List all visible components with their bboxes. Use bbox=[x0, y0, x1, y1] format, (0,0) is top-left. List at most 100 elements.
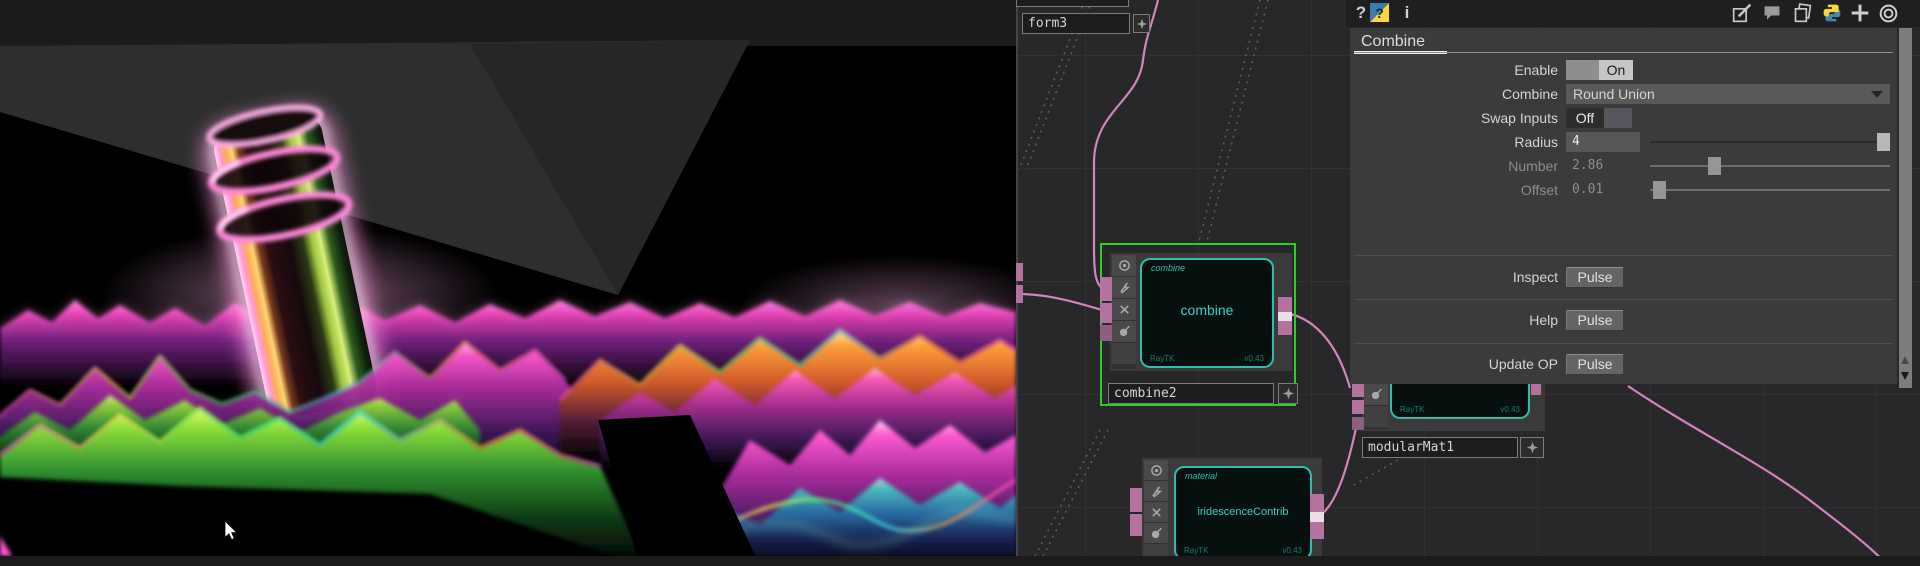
flag-spacer bbox=[1364, 406, 1388, 427]
plus-icon bbox=[1850, 3, 1870, 23]
iridescence-viewer[interactable]: material iridescenceContrib RayTK v0.43 bbox=[1174, 466, 1312, 560]
lock-flag-icon[interactable] bbox=[1112, 277, 1136, 298]
radius-slider-track[interactable] bbox=[1650, 141, 1890, 143]
param-row-swap-inputs: Swap Inputs Off bbox=[1350, 108, 1897, 128]
comment-button[interactable] bbox=[1761, 2, 1783, 24]
parameter-panel: Combine Enable On Combine Round Union Sw… bbox=[1350, 28, 1897, 384]
dashed-wire-b2 bbox=[1206, 0, 1268, 245]
help-button[interactable]: ? bbox=[1350, 2, 1372, 24]
parameter-page-tab[interactable]: Combine bbox=[1361, 33, 1425, 51]
bypass-flag-icon[interactable] bbox=[1144, 460, 1168, 480]
iridescence-input-connector-2[interactable] bbox=[1130, 514, 1142, 536]
sparkle-icon bbox=[1526, 441, 1539, 454]
copy-pages-icon bbox=[1793, 3, 1813, 23]
enable-toggle[interactable]: On bbox=[1566, 60, 1633, 80]
form3-flip-button[interactable] bbox=[1133, 14, 1150, 33]
offset-slider-handle bbox=[1653, 181, 1666, 199]
dashed-wire-b1 bbox=[1198, 0, 1260, 245]
param-row-number: Number 2.86 bbox=[1350, 156, 1897, 176]
combine2-viewer[interactable]: combine combine RayTK v0.43 bbox=[1140, 258, 1274, 368]
modularmat-flip-button[interactable] bbox=[1520, 437, 1544, 458]
param-row-enable: Enable On bbox=[1350, 60, 1897, 80]
python-logo-icon bbox=[1822, 3, 1842, 23]
python-expressions-button[interactable] bbox=[1821, 2, 1843, 24]
swap-inputs-toggle[interactable]: Off bbox=[1566, 108, 1632, 128]
combine2-flags bbox=[1112, 255, 1136, 369]
toggle-knob[interactable] bbox=[1566, 60, 1599, 80]
modularmat-input-connector-3[interactable] bbox=[1352, 417, 1364, 430]
scroll-down-icon[interactable] bbox=[1901, 372, 1909, 380]
toggle-state-label: Off bbox=[1566, 108, 1604, 128]
modularmat-lib-label: RayTK bbox=[1400, 405, 1424, 414]
delete-flag-icon[interactable] bbox=[1144, 502, 1168, 522]
node-modularmat[interactable]: RayTK v0.43 bbox=[1362, 384, 1545, 431]
offset-value: 0.01 bbox=[1572, 180, 1603, 200]
param-label: Offset bbox=[1350, 180, 1558, 200]
combine-mode-dropdown[interactable]: Round Union bbox=[1566, 84, 1890, 104]
dashed-wire-d bbox=[1352, 460, 1398, 486]
python-help-button[interactable]: ? bbox=[1370, 3, 1389, 22]
iridescence-input-connector-1[interactable] bbox=[1130, 488, 1142, 512]
number-value: 2.86 bbox=[1572, 156, 1603, 176]
radius-slider-handle[interactable] bbox=[1877, 133, 1890, 151]
scroll-up-icon[interactable] bbox=[1901, 356, 1909, 364]
modularmat-output-connector[interactable] bbox=[1531, 384, 1541, 395]
combine2-input-connector-2[interactable] bbox=[1100, 303, 1112, 323]
iridescence-lib-label: RayTK bbox=[1184, 546, 1208, 555]
node-namebox-modularmat[interactable]: modularMat1 bbox=[1362, 437, 1518, 458]
modularmat-input-connector-1[interactable] bbox=[1352, 384, 1364, 397]
param-row-help: Help Pulse bbox=[1350, 310, 1897, 330]
python-help-icon: ? bbox=[1375, 5, 1384, 21]
iridescence-version-label: v0.43 bbox=[1282, 546, 1302, 555]
edit-comment-button[interactable] bbox=[1731, 2, 1753, 24]
update-op-pulse-button[interactable]: Pulse bbox=[1566, 354, 1624, 375]
bullseye-icon bbox=[1878, 3, 1899, 24]
help-pulse-button[interactable]: Pulse bbox=[1566, 310, 1624, 331]
combine2-flip-button[interactable] bbox=[1278, 383, 1298, 404]
info-button[interactable]: i bbox=[1396, 2, 1418, 24]
node-namebox-partial-top[interactable] bbox=[1016, 0, 1129, 7]
node-combine2[interactable]: combine combine RayTK v0.43 bbox=[1110, 253, 1292, 371]
param-label: Update OP bbox=[1350, 354, 1558, 374]
toggle-knob[interactable] bbox=[1604, 108, 1632, 128]
panel-scrollbar[interactable] bbox=[1899, 28, 1912, 388]
offset-slider-track bbox=[1650, 189, 1890, 191]
iridescence-output-connector[interactable] bbox=[1310, 494, 1324, 539]
inspect-pulse-button[interactable]: Pulse bbox=[1566, 267, 1624, 288]
lock-flag-icon[interactable] bbox=[1144, 481, 1168, 501]
render-viewport[interactable] bbox=[0, 0, 1016, 566]
param-row-combine: Combine Round Union bbox=[1350, 84, 1897, 104]
help-icon: ? bbox=[1356, 3, 1366, 23]
node-namebox-form3[interactable]: form3 bbox=[1022, 13, 1130, 34]
bomb-flag-icon[interactable] bbox=[1112, 321, 1136, 342]
bomb-flag-icon[interactable] bbox=[1364, 384, 1388, 405]
app-window: form3 co bbox=[0, 0, 1920, 566]
wire-left-to-combine bbox=[1023, 294, 1102, 310]
combine2-input-connector-1[interactable] bbox=[1100, 277, 1112, 301]
wire-iridescence-to-modularmat bbox=[1322, 428, 1356, 514]
target-op-button[interactable] bbox=[1877, 2, 1899, 24]
edit-pencil-icon bbox=[1732, 3, 1752, 23]
dashed-wire-c1 bbox=[1030, 430, 1100, 566]
form3-name-label: form3 bbox=[1028, 16, 1067, 31]
modularmat-name-label: modularMat1 bbox=[1368, 440, 1454, 455]
radius-value-field[interactable]: 4 bbox=[1566, 132, 1640, 152]
offscreen-node-connector[interactable] bbox=[1016, 263, 1023, 281]
combine2-input-connector-3[interactable] bbox=[1100, 325, 1112, 341]
copy-parameters-button[interactable] bbox=[1792, 2, 1814, 24]
wire-combine-to-modularmat bbox=[1290, 314, 1350, 388]
dashed-wire-c2 bbox=[1038, 430, 1108, 566]
tab-divider bbox=[1354, 52, 1893, 53]
node-iridescence[interactable]: material iridescenceContrib RayTK v0.43 bbox=[1142, 458, 1322, 566]
bypass-flag-icon[interactable] bbox=[1112, 255, 1136, 276]
bomb-flag-icon[interactable] bbox=[1144, 523, 1168, 543]
modularmat-input-connector-2[interactable] bbox=[1352, 400, 1364, 414]
param-row-offset: Offset 0.01 bbox=[1350, 180, 1897, 200]
add-parameter-button[interactable] bbox=[1849, 2, 1871, 24]
offscreen-node-connector[interactable] bbox=[1016, 285, 1023, 303]
combine2-output-connector[interactable] bbox=[1278, 297, 1292, 335]
iridescence-title: iridescenceContrib bbox=[1176, 506, 1310, 518]
node-namebox-combine2[interactable]: combine2 bbox=[1108, 383, 1274, 404]
delete-flag-icon[interactable] bbox=[1112, 299, 1136, 320]
combine2-category-label: combine bbox=[1151, 263, 1185, 273]
